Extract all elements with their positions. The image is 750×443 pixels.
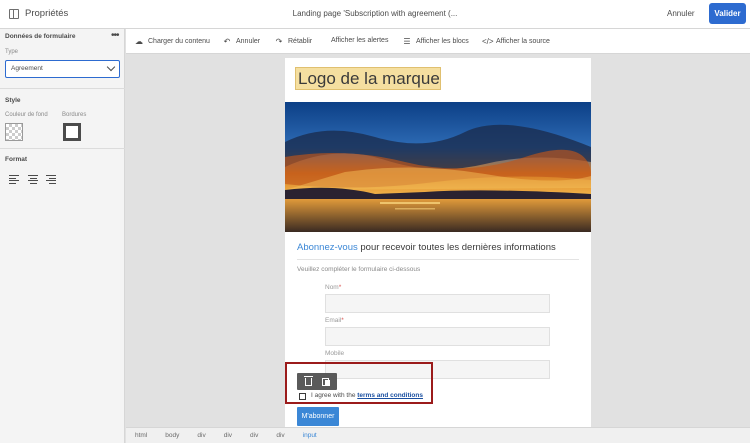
redo-button[interactable]: ↷ Rétablir (274, 37, 312, 46)
breadcrumb-item[interactable]: html (135, 432, 147, 439)
panel-header: Propriétés (9, 8, 68, 19)
more-options-icon[interactable]: ••• (111, 30, 119, 41)
align-right-icon[interactable] (46, 175, 56, 184)
breadcrumb-item[interactable]: body (165, 432, 179, 439)
align-center-icon[interactable] (28, 175, 38, 184)
mobile-label-text: Mobile (325, 350, 345, 357)
sunset-image (285, 102, 591, 232)
breadcrumb-item-active[interactable]: input (303, 432, 317, 439)
agreement-label: I agree with the (311, 392, 358, 399)
validate-button[interactable]: Valider (709, 3, 746, 24)
undo-label: Annuler (236, 38, 261, 45)
form-intro-text: Veuillez compléter le formulaire ci-dess… (297, 266, 421, 273)
document-title: Landing page 'Subscription with agreemen… (292, 9, 458, 18)
email-label-text: Email (325, 317, 342, 324)
delete-button[interactable] (303, 375, 315, 388)
panel-title: Propriétés (25, 8, 69, 19)
type-select-value: Agreement (11, 65, 43, 72)
code-icon: </> (482, 37, 494, 46)
name-field[interactable] (325, 294, 550, 313)
chevron-down-icon (106, 62, 116, 72)
agreement-checkbox[interactable] (299, 393, 306, 400)
name-label: Nom* (325, 284, 341, 291)
cloud-upload-icon: ☁ (135, 37, 143, 46)
breadcrumb-item[interactable]: div (250, 432, 258, 439)
duplicate-icon[interactable] (320, 376, 332, 388)
headline-link[interactable]: Abonnez-vous (297, 242, 358, 253)
background-color-swatch[interactable] (5, 123, 23, 141)
terms-link[interactable]: terms and conditions (357, 392, 423, 399)
show-source-label: Afficher la source (496, 38, 550, 45)
align-left-icon[interactable] (9, 175, 19, 184)
brand-logo[interactable]: Logo de la marque (295, 67, 441, 90)
mobile-label: Mobile (325, 350, 344, 357)
borders-swatch[interactable] (63, 123, 81, 141)
redo-label: Rétablir (288, 38, 313, 45)
headline: Abonnez-vous pour recevoir toutes les de… (297, 242, 556, 253)
undo-button[interactable]: ↶ Annuler (222, 37, 261, 46)
required-marker: * (341, 317, 344, 324)
cancel-button[interactable]: Annuler (667, 9, 695, 18)
name-label-text: Nom (325, 284, 339, 291)
type-select[interactable]: Agreement (5, 60, 120, 78)
breadcrumb-item[interactable]: div (276, 432, 284, 439)
show-blocks-label: Afficher les blocs (416, 38, 469, 45)
redo-icon: ↷ (275, 37, 283, 46)
divider (297, 259, 579, 260)
required-marker: * (338, 284, 342, 291)
breadcrumb-item[interactable]: div (224, 432, 232, 439)
style-section-title: Style (5, 97, 21, 104)
agreement-text: I agree with the terms and conditions (311, 392, 423, 399)
trash-icon (304, 375, 313, 386)
top-bar: Propriétés Landing page 'Subscription wi… (0, 0, 750, 29)
format-section-title: Format (5, 156, 28, 163)
form-data-section-title: Données de formulaire (5, 33, 76, 40)
divider (0, 88, 125, 89)
editor-toolbar: ☁ Charger du contenu ↶ Annuler ↷ Rétabli… (126, 29, 750, 54)
load-content-label: Charger du contenu (148, 38, 210, 45)
show-source-button[interactable]: </> Afficher la source (482, 37, 550, 46)
blocks-icon: ☰ (403, 37, 411, 46)
properties-panel: Données de formulaire ••• Type Agreement… (0, 29, 125, 443)
borders-label: Bordures (62, 112, 87, 118)
show-alerts-label: Afficher les alertes (331, 37, 389, 44)
email-field[interactable] (325, 327, 550, 346)
email-label: Email* (325, 317, 344, 324)
show-blocks-button[interactable]: ☰ Afficher les blocs (402, 37, 469, 46)
load-content-button[interactable]: ☁ Charger du contenu (134, 37, 210, 46)
divider (0, 148, 125, 149)
background-color-label: Couleur de fond (5, 112, 48, 118)
breadcrumb-item[interactable]: div (197, 432, 205, 439)
show-alerts-button[interactable]: Afficher les alertes (331, 37, 388, 44)
headline-text: pour recevoir toutes les dernières infor… (357, 242, 556, 253)
panel-toggle-icon[interactable] (9, 8, 19, 19)
block-context-toolbar (297, 373, 337, 390)
type-label: Type (5, 49, 19, 55)
breadcrumb: html body div div div div input (126, 427, 750, 443)
undo-icon: ↶ (223, 37, 231, 46)
subscribe-button[interactable]: M'abonner (297, 407, 339, 426)
hero-image[interactable] (285, 102, 591, 232)
